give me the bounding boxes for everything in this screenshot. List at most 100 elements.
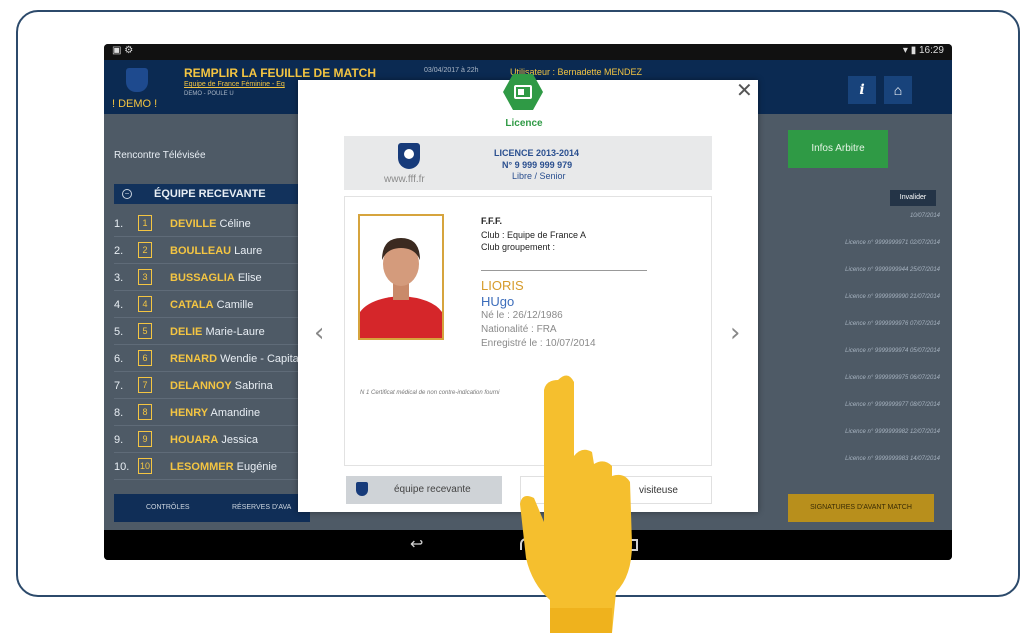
jersey-badge: 7: [138, 377, 152, 393]
player-index: 5.: [114, 326, 124, 338]
licence-number: Licence n° 9999999974 05/07/2014: [845, 348, 940, 354]
home-team-section[interactable]: − ÉQUIPE RECEVANTE: [114, 184, 310, 204]
invalidate-button[interactable]: Invalider: [890, 190, 936, 206]
licence-number: Licence n° 9999999971 02/07/2014: [845, 240, 940, 246]
player-row[interactable]: 4. 4 CATALA Camille: [114, 291, 310, 318]
player-last-name: DELIE: [170, 326, 203, 338]
licence-header-band: www.fff.fr LICENCE 2013-2014 N° 9 999 99…: [344, 136, 712, 190]
player-first-name: Marie-Laure: [202, 326, 265, 338]
player-index: 7.: [114, 380, 124, 392]
status-clock: ▾ ▮ 16:29: [902, 45, 944, 56]
fff-logo-icon: [126, 68, 148, 92]
page-title: REMPLIR LA FEUILLE DE MATCH: [184, 66, 376, 80]
player-first-name: Céline: [216, 218, 251, 230]
jersey-badge: 4: [138, 296, 152, 312]
player-name: LESOMMER Eugénie: [170, 461, 277, 473]
pointing-hand-icon: [520, 375, 632, 633]
player-first-name: Amandine: [208, 407, 261, 419]
licence-category: Libre / Senior: [512, 171, 566, 181]
id-card-icon: [514, 85, 532, 99]
licence-number: Licence n° 9999999975 06/07/2014: [845, 375, 940, 381]
website-label: www.fff.fr: [384, 174, 425, 185]
player-first-name: Wendie - Capita: [217, 353, 299, 365]
match-date: 03/04/2017 à 22h: [424, 67, 479, 74]
signatures-button[interactable]: SIGNATURES D'AVANT MATCH: [788, 494, 934, 522]
back-icon[interactable]: ↩: [410, 534, 423, 554]
licence-column: 10/07/2014 Licence n° 9999999971 02/07/2…: [844, 210, 940, 480]
jersey-badge: 10: [138, 458, 152, 474]
divider: [481, 270, 647, 271]
player-last-name: DELANNOY: [170, 380, 232, 392]
player-row[interactable]: 7. 7 DELANNOY Sabrina: [114, 372, 310, 399]
nationality: Nationalité : FRA: [481, 324, 557, 335]
jersey-badge: 6: [138, 350, 152, 366]
match-link[interactable]: Equipe de France Féminine - Eq: [184, 81, 285, 88]
player-name: DEVILLE Céline: [170, 218, 251, 230]
match-group: DEMO - POULE U: [184, 91, 234, 97]
info-button[interactable]: i: [848, 76, 876, 104]
player-first-name: Jessica: [218, 434, 259, 446]
tv-match-label: Rencontre Télévisée: [114, 150, 206, 161]
player-last-name: HENRY: [170, 407, 209, 419]
player-name: DELANNOY Sabrina: [170, 380, 273, 392]
player-name: BUSSAGLIA Elise: [170, 272, 262, 284]
player-row[interactable]: 5. 5 DELIE Marie-Laure: [114, 318, 310, 345]
fff-logo-icon: [398, 143, 420, 169]
player-list: 1. 1 DEVILLE Céline 2. 2 BOULLEAU Laure 3. 3 B…: [114, 210, 310, 480]
referee-info-button[interactable]: Infos Arbitre: [788, 130, 888, 168]
registration-date: Enregistré le : 10/07/2014: [481, 338, 596, 349]
player-row[interactable]: 2. 2 BOULLEAU Laure: [114, 237, 310, 264]
player-index: 9.: [114, 434, 124, 446]
player-last-name: HOUARA: [170, 434, 219, 446]
player-row[interactable]: 3. 3 BUSSAGLIA Elise: [114, 264, 310, 291]
licence-number: Licence n° 9999999976 07/07/2014: [845, 321, 940, 327]
birth-date: Né le : 26/12/1986: [481, 310, 563, 321]
player-row[interactable]: 1. 1 DEVILLE Céline: [114, 210, 310, 237]
player-photo: [358, 214, 444, 340]
player-last-name: BOULLEAU: [170, 245, 232, 257]
player-portrait-image: [360, 216, 442, 338]
medical-certificate-note: N 1 Certificat médical de non contre-ind…: [360, 390, 500, 396]
home-button[interactable]: ⌂: [884, 76, 912, 104]
player-name: DELIE Marie-Laure: [170, 326, 265, 338]
demo-label: ! DEMO !: [112, 98, 158, 110]
player-first-name: Eugénie: [233, 461, 277, 473]
licence-label: Licence: [505, 118, 543, 129]
player-index: 4.: [114, 299, 124, 311]
player-row[interactable]: 8. 8 HENRY Amandine: [114, 399, 310, 426]
player-index: 10.: [114, 461, 130, 473]
licence-number: Licence n° 9999999944 25/07/2014: [845, 267, 940, 273]
player-row[interactable]: 9. 9 HOUARA Jessica: [114, 426, 310, 453]
federation-label: F.F.F.: [481, 216, 503, 226]
reserves-tab[interactable]: RÉSERVES D'AVA: [232, 504, 291, 511]
section-title: ÉQUIPE RECEVANTE: [154, 188, 266, 200]
player-index: 8.: [114, 407, 124, 419]
licence-season: LICENCE 2013-2014: [494, 148, 580, 158]
controls-tab[interactable]: CONTRÔLES: [146, 504, 190, 511]
status-bar: ▣ ⚙ ▾ ▮ 16:29: [104, 44, 952, 60]
player-name: CATALA Camille: [170, 299, 253, 311]
licence-number: Licence n° 9999999990 21/07/2014: [845, 294, 940, 300]
player-first-name: Camille: [213, 299, 254, 311]
next-arrow-icon[interactable]: ›: [730, 318, 740, 348]
player-first-name: HUgo: [481, 294, 515, 309]
player-index: 2.: [114, 245, 124, 257]
player-name: BOULLEAU Laure: [170, 245, 262, 257]
licence-number: N° 9 999 999 979: [502, 160, 573, 170]
jersey-badge: 3: [138, 269, 152, 285]
close-icon[interactable]: ✕: [736, 78, 753, 103]
player-first-name: Laure: [231, 245, 263, 257]
player-index: 6.: [114, 353, 124, 365]
player-row[interactable]: 10. 10 LESOMMER Eugénie: [114, 453, 310, 480]
jersey-badge: 9: [138, 431, 152, 447]
jersey-badge: 2: [138, 242, 152, 258]
home-team-tab[interactable]: équipe recevante: [346, 476, 502, 504]
jersey-badge: 8: [138, 404, 152, 420]
player-last-name: RENARD: [170, 353, 218, 365]
home-team-label: équipe recevante: [394, 484, 471, 495]
player-row[interactable]: 6. 6 RENARD Wendie - Capita: [114, 345, 310, 372]
player-name: RENARD Wendie - Capita: [170, 353, 299, 365]
previous-arrow-icon[interactable]: ‹: [314, 318, 324, 348]
collapse-icon[interactable]: −: [122, 189, 132, 199]
player-first-name: Elise: [234, 272, 262, 284]
